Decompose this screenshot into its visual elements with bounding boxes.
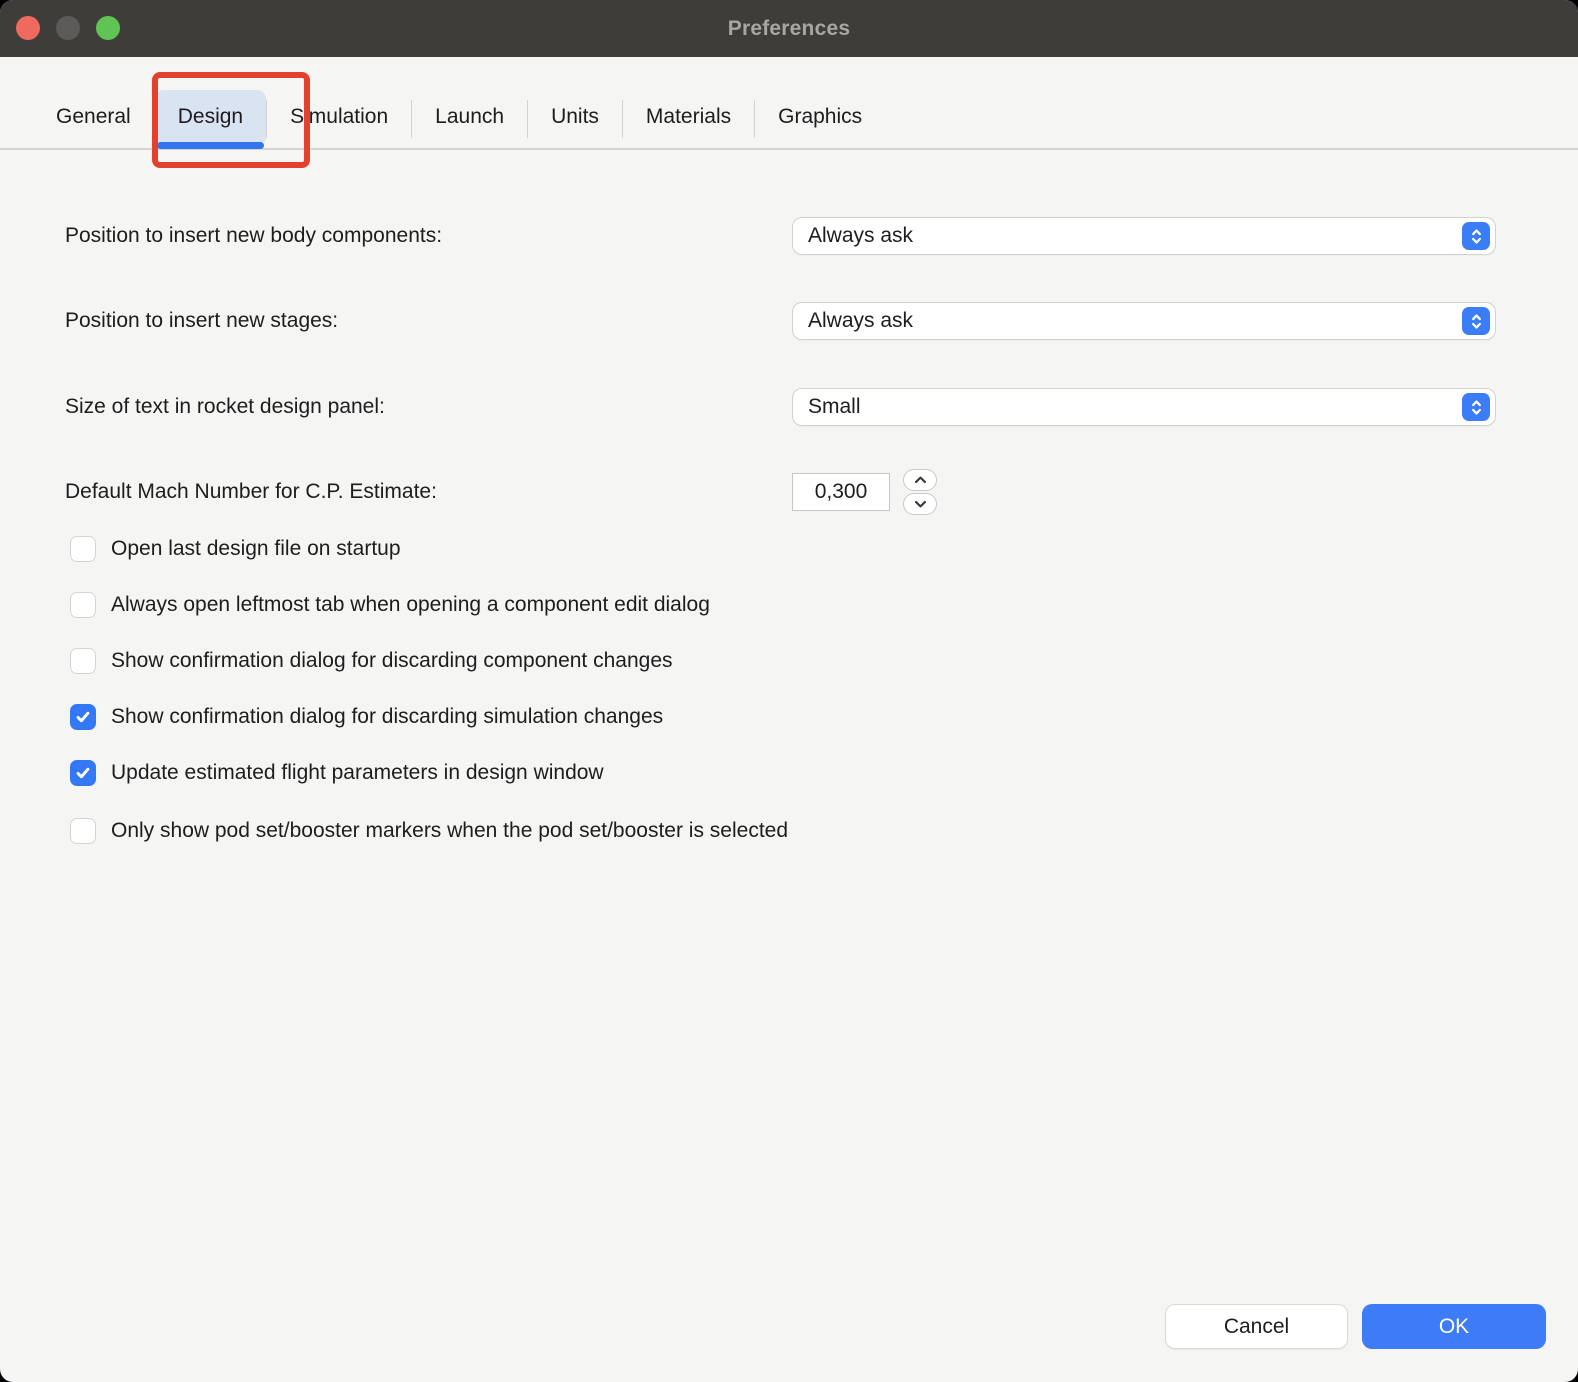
zoom-button[interactable] — [96, 16, 120, 40]
tab-design[interactable]: Design — [155, 90, 266, 143]
checkbox-row-update-flight-params[interactable]: Update estimated flight parameters in de… — [70, 759, 604, 787]
text-size-label: Size of text in rocket design panel: — [65, 388, 385, 426]
form-row: Position to insert new stages: Always as… — [0, 302, 1578, 340]
dropdown-arrows-icon — [1462, 393, 1490, 421]
mach-number-input[interactable] — [792, 473, 890, 511]
checkbox-row-open-last-design[interactable]: Open last design file on startup — [70, 535, 401, 563]
tab-general[interactable]: General — [33, 90, 154, 143]
stepper-up-button[interactable] — [903, 469, 937, 491]
mach-number-label: Default Mach Number for C.P. Estimate: — [65, 473, 437, 511]
form-row: Position to insert new body components: … — [0, 217, 1578, 255]
checkbox-label: Always open leftmost tab when opening a … — [111, 593, 710, 617]
form-row: Default Mach Number for C.P. Estimate: — [0, 473, 1578, 511]
text-size-select[interactable]: Small — [792, 388, 1496, 426]
checkbox[interactable] — [70, 592, 96, 618]
minimize-button[interactable] — [56, 16, 80, 40]
checkbox-row-pod-markers[interactable]: Only show pod set/booster markers when t… — [70, 817, 788, 845]
mach-number-stepper — [903, 469, 937, 515]
select-value: Always ask — [808, 309, 913, 333]
checkbox-label: Update estimated flight parameters in de… — [111, 761, 604, 785]
checkbox-label: Show confirmation dialog for discarding … — [111, 705, 663, 729]
checkbox-label: Show confirmation dialog for discarding … — [111, 649, 673, 673]
checkbox[interactable] — [70, 704, 96, 730]
tab-bar: General Design Simulation Launch Units M… — [0, 57, 1578, 150]
window-title: Preferences — [728, 17, 850, 41]
checkbox[interactable] — [70, 760, 96, 786]
checkbox[interactable] — [70, 648, 96, 674]
stages-select[interactable]: Always ask — [792, 302, 1496, 340]
body-components-label: Position to insert new body components: — [65, 217, 442, 255]
select-value: Small — [808, 395, 861, 419]
checkbox-row-leftmost-tab[interactable]: Always open leftmost tab when opening a … — [70, 591, 710, 619]
tab-launch[interactable]: Launch — [412, 90, 527, 143]
stepper-down-button[interactable] — [903, 493, 937, 515]
preferences-window: Preferences General Design Simulation La… — [0, 0, 1578, 1382]
checkbox-row-confirm-component[interactable]: Show confirmation dialog for discarding … — [70, 647, 673, 675]
tab-materials[interactable]: Materials — [623, 90, 754, 143]
cancel-button[interactable]: Cancel — [1165, 1304, 1348, 1349]
dropdown-arrows-icon — [1462, 222, 1490, 250]
dropdown-arrows-icon — [1462, 307, 1490, 335]
tab-graphics[interactable]: Graphics — [755, 90, 885, 143]
checkbox[interactable] — [70, 536, 96, 562]
checkbox-label: Only show pod set/booster markers when t… — [111, 819, 788, 843]
form-row: Size of text in rocket design panel: Sma… — [0, 388, 1578, 426]
tab-simulation[interactable]: Simulation — [267, 90, 411, 143]
body-components-select[interactable]: Always ask — [792, 217, 1496, 255]
select-value: Always ask — [808, 224, 913, 248]
checkbox-label: Open last design file on startup — [111, 537, 401, 561]
stages-label: Position to insert new stages: — [65, 302, 338, 340]
checkbox-row-confirm-simulation[interactable]: Show confirmation dialog for discarding … — [70, 703, 663, 731]
traffic-lights — [16, 16, 120, 40]
tab-units[interactable]: Units — [528, 90, 622, 143]
close-button[interactable] — [16, 16, 40, 40]
ok-button[interactable]: OK — [1362, 1304, 1546, 1349]
checkbox[interactable] — [70, 818, 96, 844]
titlebar: Preferences — [0, 0, 1578, 57]
